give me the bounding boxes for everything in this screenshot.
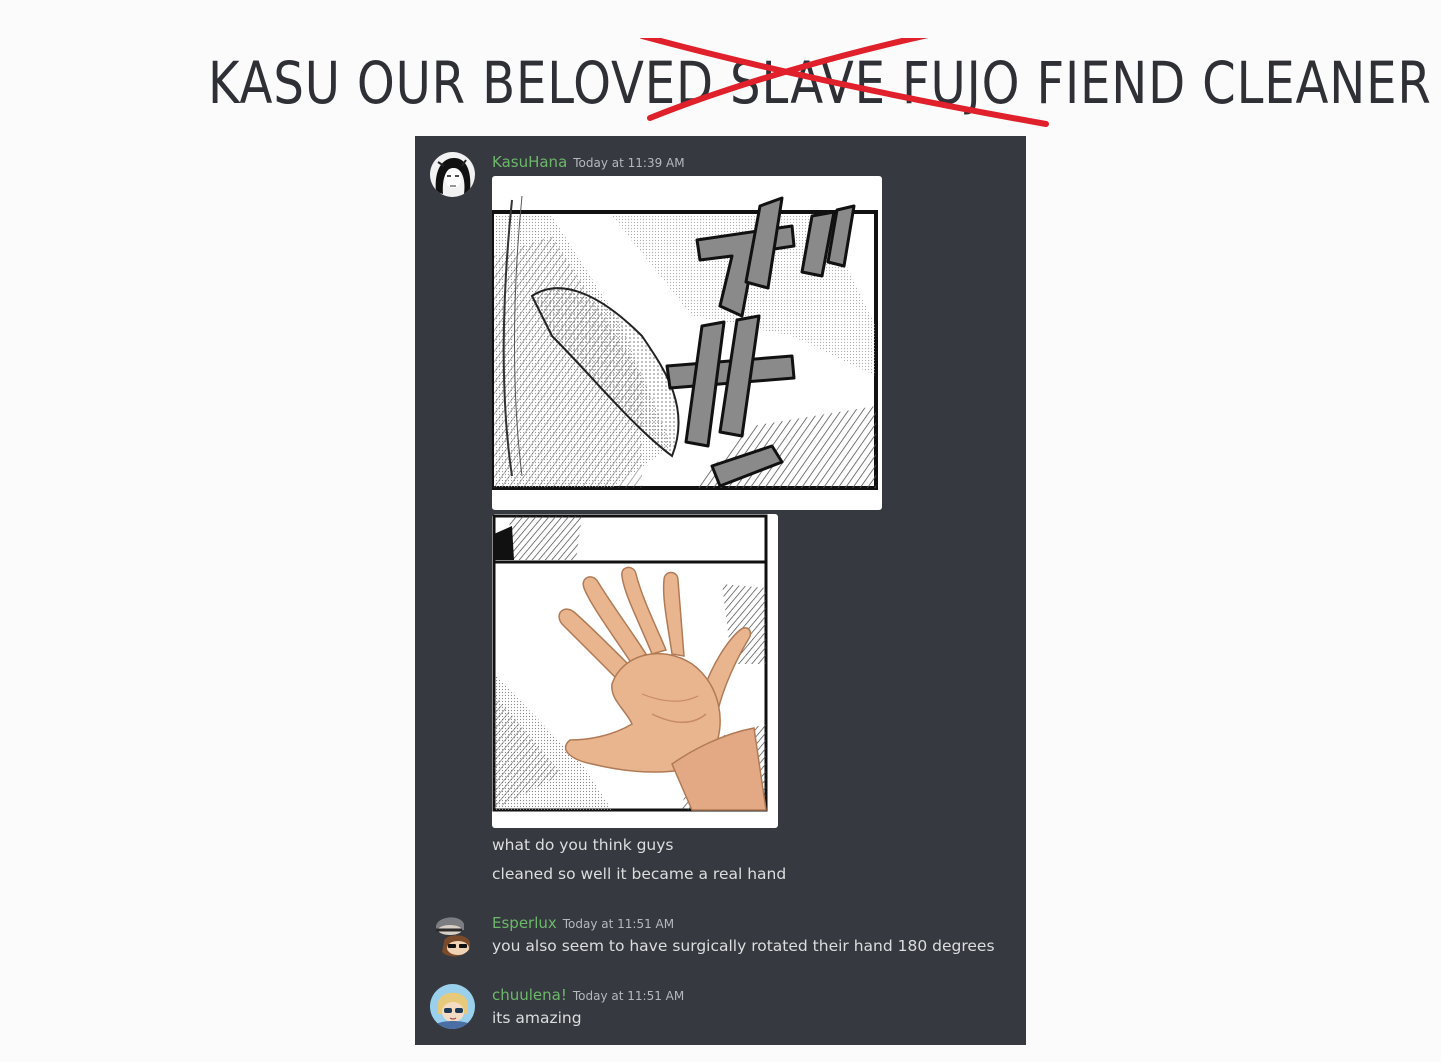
message-header: KasuHana Today at 11:39 AM: [492, 152, 685, 171]
timestamp: Today at 11:39 AM: [573, 156, 685, 170]
username-esperlux[interactable]: Esperlux: [492, 914, 557, 932]
chat-panel: KasuHana Today at 11:39 AM what do you t…: [415, 136, 1026, 1045]
message-line: cleaned so well it became a real hand: [492, 865, 787, 883]
timestamp: Today at 11:51 AM: [572, 989, 685, 1003]
edited-hand-panel-image[interactable]: [492, 514, 778, 828]
headline: KASU OUR BELOVED SLAVE FUJO FIEND CLEANE…: [0, 38, 1441, 128]
message-header: chuulena! Today at 11:51 AM: [492, 985, 684, 1004]
message-line: what do you think guys: [492, 836, 674, 854]
username-kasuhana[interactable]: KasuHana: [492, 153, 567, 171]
timestamp: Today at 11:51 AM: [562, 917, 675, 931]
message-line: its amazing: [492, 1009, 582, 1027]
username-chuulena[interactable]: chuulena!: [492, 986, 567, 1004]
message-header: Esperlux Today at 11:51 AM: [492, 913, 674, 932]
avatar-kasuhana[interactable]: [430, 152, 475, 197]
message-line: you also seem to have surgically rotated…: [492, 937, 995, 955]
manga-panel-image[interactable]: [492, 176, 882, 510]
avatar-chuulena[interactable]: [430, 984, 475, 1029]
avatar-esperlux[interactable]: [430, 912, 475, 957]
red-x-strike: [639, 38, 1049, 127]
